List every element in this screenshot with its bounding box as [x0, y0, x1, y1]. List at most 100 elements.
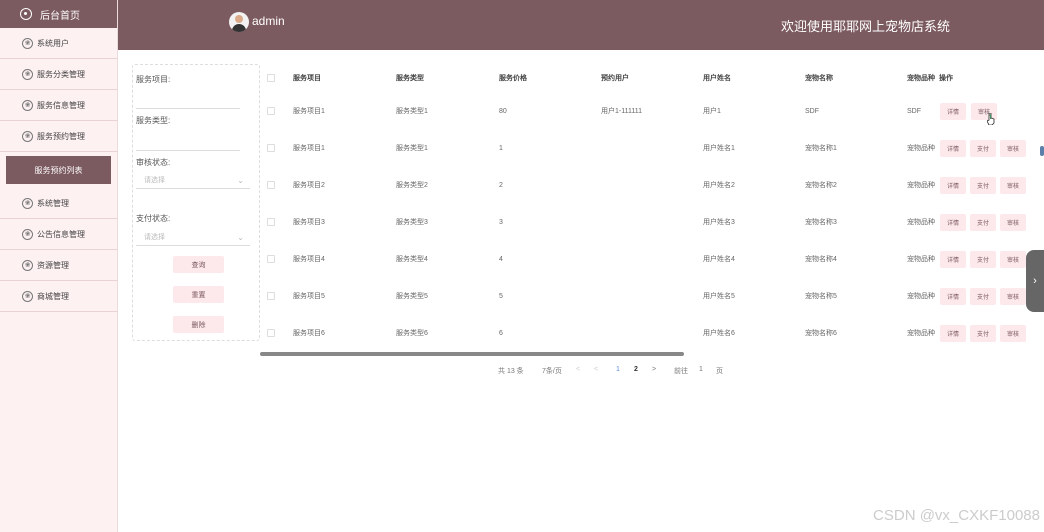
- pay-button[interactable]: 支付: [970, 325, 996, 342]
- pay-button[interactable]: 支付: [970, 251, 996, 268]
- row-checkbox[interactable]: [267, 218, 275, 226]
- chevron-right-icon[interactable]: ›: [1026, 250, 1044, 312]
- sidebar-item-service-category[interactable]: ❀ 服务分类管理: [0, 59, 117, 90]
- audit-button[interactable]: 审核: [1000, 251, 1026, 268]
- top-header: admin 欢迎使用耶耶网上宠物店系统: [118, 0, 1044, 50]
- cell-service-item: 服务项目3: [293, 219, 325, 226]
- pay-button[interactable]: 支付: [970, 177, 996, 194]
- detail-button[interactable]: 详情: [940, 177, 966, 194]
- sidebar-item-label: 商城管理: [37, 291, 69, 301]
- audit-button[interactable]: 审核: [1000, 325, 1026, 342]
- audit-status-placeholder: 请选择: [144, 177, 165, 184]
- pager-prev-button[interactable]: <: [576, 366, 580, 373]
- watermark: CSDN @vx_CXKF10088: [873, 507, 1040, 524]
- cell-service-type: 服务类型1: [396, 145, 428, 152]
- audit-button[interactable]: 审核: [1000, 177, 1026, 194]
- row-checkbox[interactable]: [267, 181, 275, 189]
- cell-service-type: 服务类型5: [396, 293, 428, 300]
- pay-button[interactable]: 支付: [970, 288, 996, 305]
- search-button[interactable]: 查询: [173, 256, 224, 273]
- cell-user-name: 用户姓名5: [703, 293, 735, 300]
- cell-pet-breed: 宠物品种: [907, 256, 935, 263]
- cell-price: 3: [499, 219, 503, 226]
- sidebar-item-service-booking[interactable]: ❀ 服务预约管理: [0, 121, 117, 152]
- chevron-down-icon: ⌄: [237, 176, 244, 185]
- sidebar-item-label: 系统用户: [37, 38, 69, 48]
- sidebar-subitem-booking-list[interactable]: 服务预约列表: [6, 156, 111, 184]
- hand-cursor-icon: [987, 113, 995, 125]
- detail-button[interactable]: 详情: [940, 288, 966, 305]
- table-horizontal-scrollbar[interactable]: [260, 352, 684, 356]
- cell-pet-name: 宠物名称3: [805, 219, 837, 226]
- sidebar-item-label: 服务分类管理: [37, 69, 85, 79]
- detail-button[interactable]: 详情: [940, 140, 966, 157]
- row-checkbox[interactable]: [267, 255, 275, 263]
- cell-price: 1: [499, 145, 503, 152]
- detail-button[interactable]: 详情: [940, 251, 966, 268]
- sidebar-item-system-manage[interactable]: ❀ 系统管理: [0, 188, 117, 219]
- sidebar-item-notice[interactable]: ❀ 公告信息管理: [0, 219, 117, 250]
- filter-panel: 服务项目: 服务类型: 审核状态: 请选择 ⌄ 支付状态: 请选择 ⌄ 查询 重…: [132, 64, 260, 341]
- flower-icon: ❀: [22, 197, 33, 209]
- detail-button[interactable]: 详情: [940, 325, 966, 342]
- sidebar-item-label: 服务预约管理: [37, 131, 85, 141]
- cell-price: 6: [499, 330, 503, 337]
- pager-page-1[interactable]: 1: [616, 366, 620, 373]
- pager-page-2[interactable]: 2: [634, 366, 638, 373]
- pager-goto-label: 前往: [674, 368, 688, 375]
- pay-status-placeholder: 请选择: [144, 234, 165, 241]
- sidebar-item-mall[interactable]: ❀ 商城管理: [0, 281, 117, 312]
- pay-status-select[interactable]: 请选择 ⌄: [136, 230, 250, 246]
- cell-pet-name: 宠物名称4: [805, 256, 837, 263]
- audit-status-label: 审核状态:: [136, 158, 171, 167]
- flower-icon: ❀: [22, 99, 33, 111]
- cell-pet-name: 宠物名称6: [805, 330, 837, 337]
- service-type-label: 服务类型:: [136, 116, 171, 125]
- flower-icon: ❀: [22, 37, 33, 49]
- sidebar-home[interactable]: 后台首页: [0, 0, 117, 28]
- audit-button[interactable]: 审核: [1000, 288, 1026, 305]
- pager-page-unit: 页: [716, 368, 723, 375]
- audit-button[interactable]: 审核: [1000, 140, 1026, 157]
- sidebar-item-resources[interactable]: ❀ 资源管理: [0, 250, 117, 281]
- table-row: 服务项目1 服务类型1 1 用户姓名1 宠物名称1 宠物品种 详情 支付 审核: [260, 130, 1026, 167]
- pay-button[interactable]: 支付: [970, 214, 996, 231]
- audit-button[interactable]: 审核: [1000, 214, 1026, 231]
- pay-button[interactable]: 支付: [970, 140, 996, 157]
- user-name[interactable]: admin: [252, 14, 285, 28]
- pager-prev-button[interactable]: <: [594, 366, 598, 373]
- sidebar-item-system-users[interactable]: ❀ 系统用户: [0, 28, 117, 59]
- avatar[interactable]: [229, 12, 249, 32]
- sidebar-item-label: 系统管理: [37, 198, 69, 208]
- service-item-input[interactable]: [136, 95, 240, 109]
- row-checkbox[interactable]: [267, 107, 275, 115]
- reset-button[interactable]: 重置: [173, 286, 224, 303]
- flower-icon: ❀: [22, 290, 33, 302]
- delete-button[interactable]: 删除: [173, 316, 224, 333]
- cell-price: 4: [499, 256, 503, 263]
- cell-service-type: 服务类型3: [396, 219, 428, 226]
- cell-service-item: 服务项目1: [293, 108, 325, 115]
- row-checkbox[interactable]: [267, 329, 275, 337]
- flower-icon: ❀: [22, 228, 33, 240]
- pager-goto-input[interactable]: 1: [699, 366, 703, 373]
- table-row: 服务项目5 服务类型5 5 用户姓名5 宠物名称5 宠物品种 详情 支付 审核: [260, 278, 1026, 315]
- audit-status-select[interactable]: 请选择 ⌄: [136, 173, 250, 189]
- detail-button[interactable]: 详情: [940, 214, 966, 231]
- table-row: 服务项目6 服务类型6 6 用户姓名6 宠物名称6 宠物品种 详情 支付 审核: [260, 315, 1026, 352]
- flower-icon: ❀: [22, 68, 33, 80]
- cell-user-name: 用户姓名2: [703, 182, 735, 189]
- select-all-checkbox[interactable]: [267, 74, 275, 82]
- row-checkbox[interactable]: [267, 144, 275, 152]
- cell-pet-name: 宠物名称2: [805, 182, 837, 189]
- cell-pet-breed: 宠物品种: [907, 145, 935, 152]
- pager-size-select[interactable]: 7条/页: [542, 366, 562, 376]
- row-checkbox[interactable]: [267, 292, 275, 300]
- cell-user-name: 用户姓名6: [703, 330, 735, 337]
- pager-next-button[interactable]: >: [652, 366, 656, 373]
- service-type-input[interactable]: [136, 137, 240, 151]
- detail-button[interactable]: 详情: [940, 103, 966, 120]
- sidebar-item-service-info[interactable]: ❀ 服务信息管理: [0, 90, 117, 121]
- col-header: 服务类型: [396, 75, 424, 82]
- col-header: 宠物名称: [805, 75, 833, 82]
